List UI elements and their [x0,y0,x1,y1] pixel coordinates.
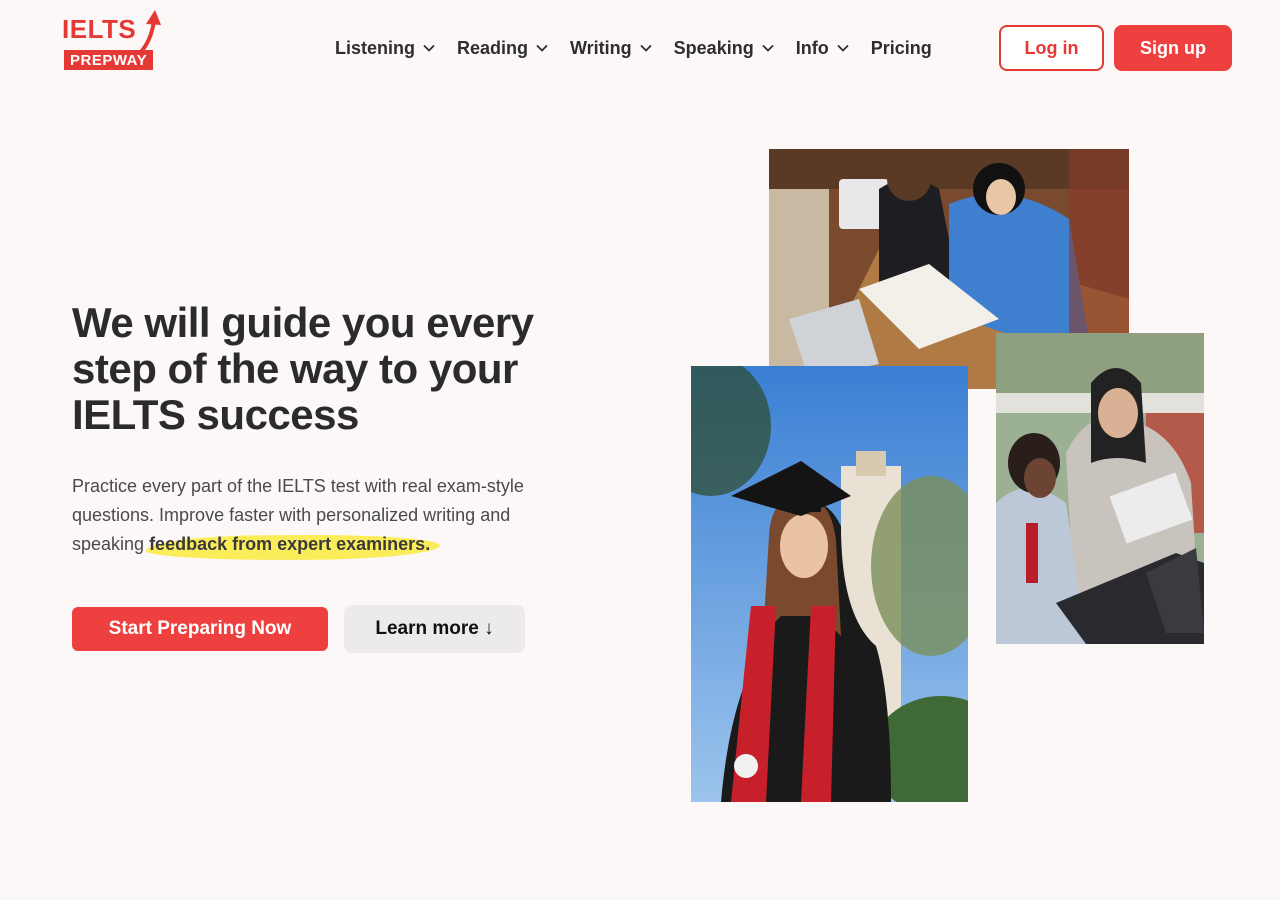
nav-item-label: Writing [570,37,632,58]
chevron-down-icon [536,44,548,52]
nav-item-label: Reading [457,37,529,58]
highlight-text: feedback from expert examiners. [149,534,431,554]
login-button[interactable]: Log in [999,25,1104,71]
chevron-down-icon [640,44,652,52]
nav-item-label: Speaking [673,37,754,58]
students-laptop-photo [996,333,1204,644]
main-nav: Listening Reading Writing Speaking Info … [335,34,932,62]
nav-item-listening[interactable]: Listening [335,38,435,59]
nav-item-writing[interactable]: Writing [570,38,652,59]
chevron-down-icon [762,44,774,52]
learn-more-button[interactable]: Learn more ↓ [344,605,525,653]
hero-description-highlight: feedback from expert examiners. [149,534,430,554]
nav-item-label: Info [795,37,829,58]
chevron-down-icon [837,44,849,52]
brand-name-bottom: PREPWAY [64,50,154,70]
nav-item-reading[interactable]: Reading [457,38,548,59]
brand-name-top: IELTS [62,14,137,44]
hero-title: We will guide you every step of the way … [72,299,534,438]
graduate-photo [691,366,968,802]
signup-button[interactable]: Sign up [1114,25,1232,71]
nav-item-info[interactable]: Info [796,38,849,59]
nav-item-label: Listening [335,37,415,58]
nav-item-pricing[interactable]: Pricing [871,38,932,59]
nav-item-label: Pricing [870,37,932,58]
nav-item-speaking[interactable]: Speaking [674,38,774,59]
chevron-down-icon [423,44,435,52]
brand-logo[interactable]: IELTS PREPWAY [60,10,164,74]
start-preparing-button[interactable]: Start Preparing Now [72,607,328,651]
hero-description: Practice every part of the IELTS test wi… [72,472,572,559]
